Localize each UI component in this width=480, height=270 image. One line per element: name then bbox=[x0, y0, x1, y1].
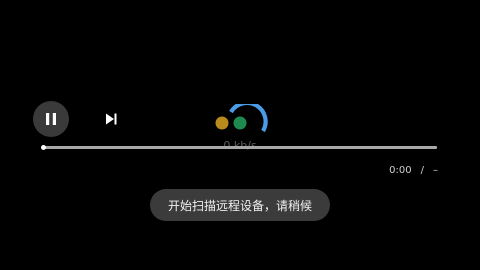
loading-dot-yellow bbox=[215, 116, 229, 130]
time-separator: / bbox=[420, 165, 424, 176]
time-display: 0:00 / – bbox=[389, 165, 438, 176]
pause-button[interactable] bbox=[33, 101, 69, 137]
loading-spinner bbox=[215, 104, 268, 133]
current-time: 0:00 bbox=[389, 165, 412, 176]
seek-bar[interactable] bbox=[43, 146, 437, 149]
skip-next-icon bbox=[106, 113, 117, 125]
pause-icon bbox=[46, 113, 56, 125]
skip-next-button[interactable] bbox=[101, 109, 121, 129]
duration: – bbox=[433, 165, 438, 176]
toast-message: 开始扫描远程设备，请稍候 bbox=[150, 189, 330, 221]
video-player[interactable]: 0 kb/s 0:00 / – 开始扫描远程设备，请稍候 bbox=[0, 0, 480, 270]
loading-dot-green bbox=[233, 116, 247, 130]
seek-bar-thumb[interactable] bbox=[41, 145, 46, 150]
